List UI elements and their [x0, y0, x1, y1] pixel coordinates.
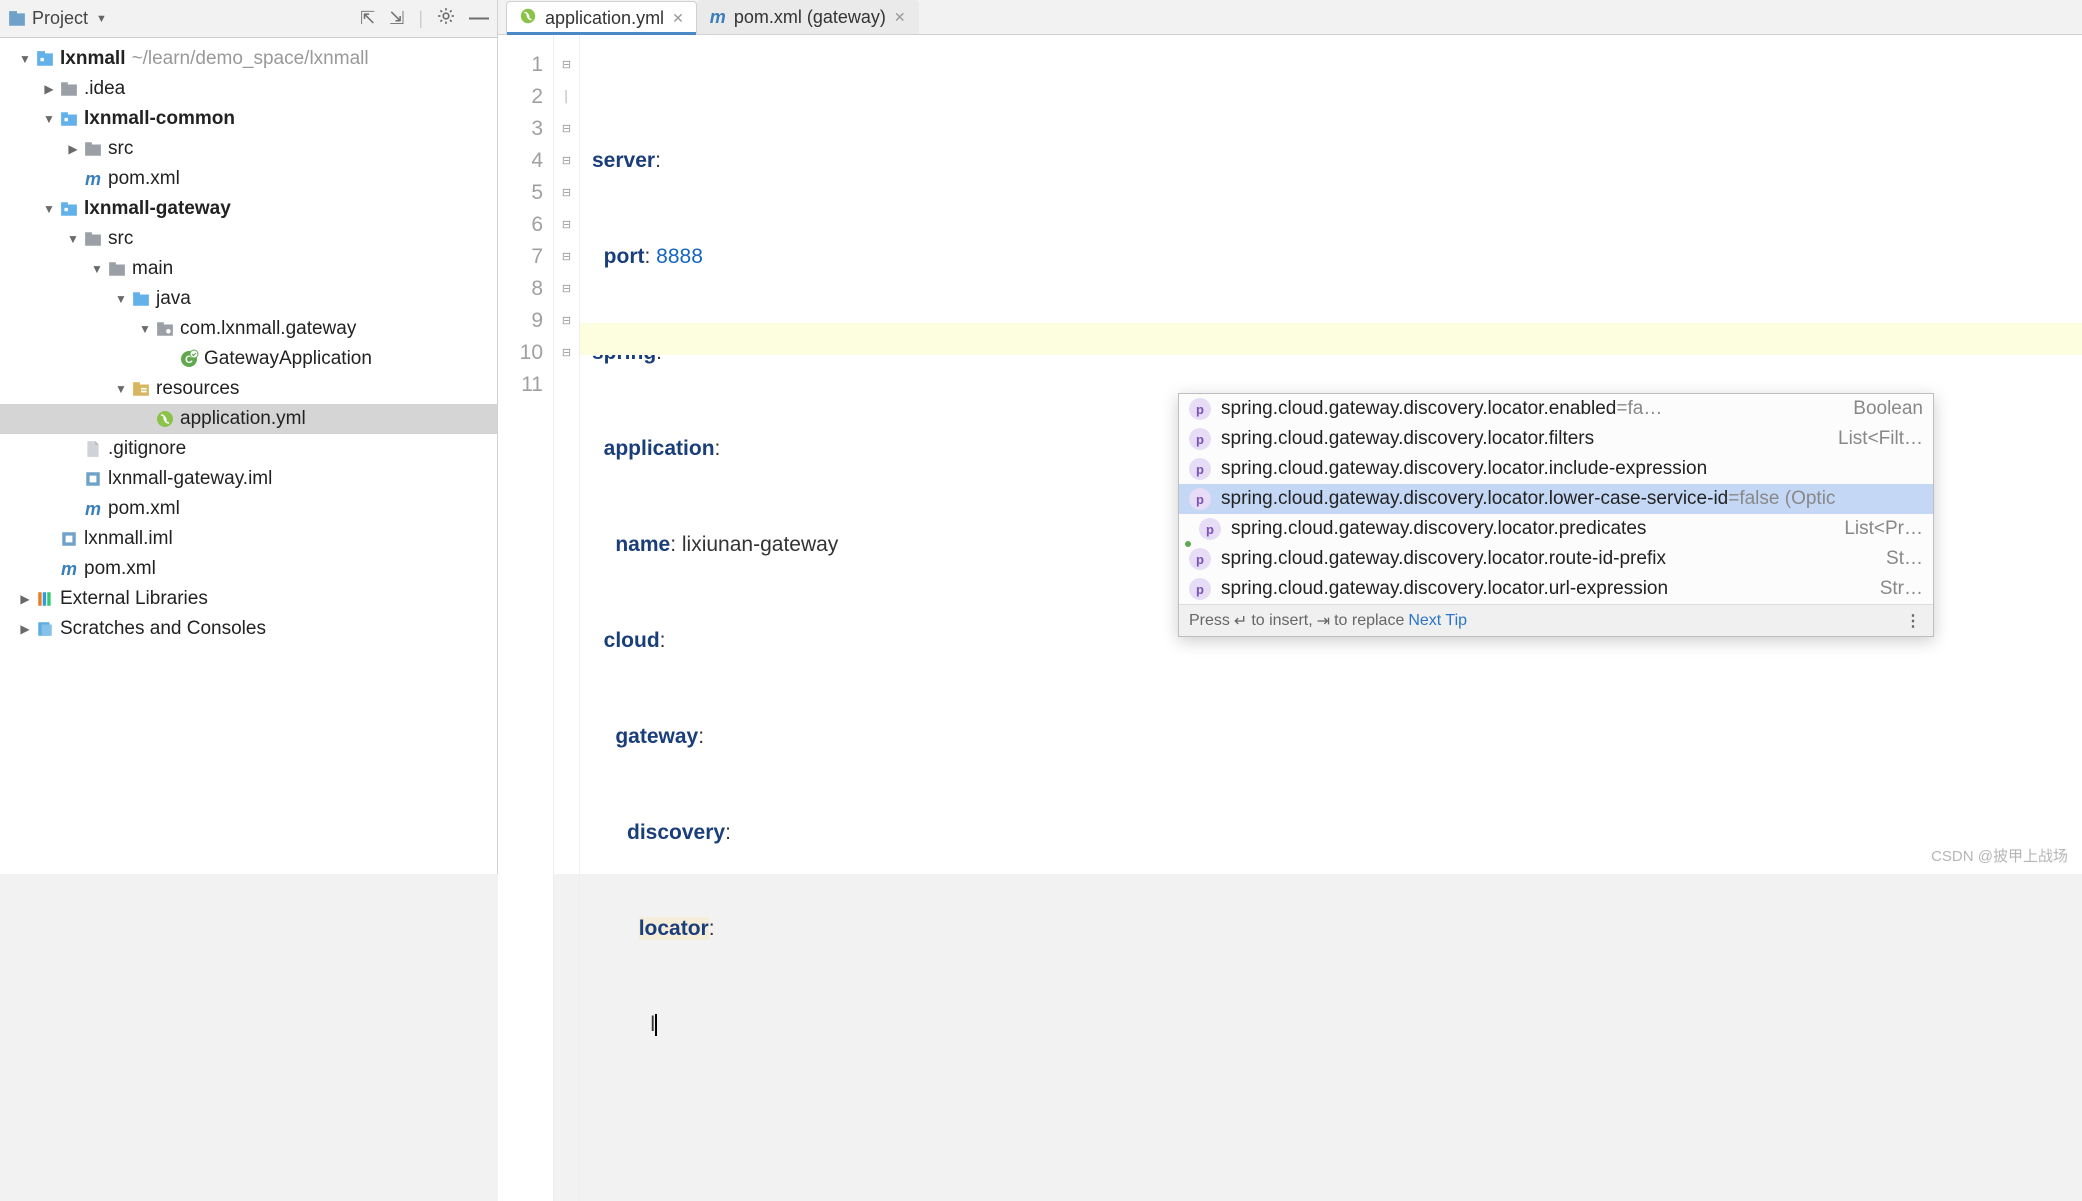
tree-item-resources[interactable]: ▼ resources: [0, 374, 497, 404]
tree-item-java[interactable]: ▼ java: [0, 284, 497, 314]
tree-item-main[interactable]: ▼ main: [0, 254, 497, 284]
scroll-from-source-icon[interactable]: ⇱: [360, 8, 375, 29]
completion-item[interactable]: p spring.cloud.gateway.discovery.locator…: [1179, 454, 1933, 484]
editor-tabs: application.yml ✕ m pom.xml (gateway) ✕: [498, 0, 2082, 35]
property-icon: p: [1189, 398, 1211, 420]
project-sidebar: Project ▼ ⇱ ⇲ | — ▼ lxnmall ~/learn/demo…: [0, 0, 498, 874]
tree-item-common[interactable]: ▼ lxnmall-common: [0, 104, 497, 134]
property-icon: p: [1189, 428, 1211, 450]
tab-label: pom.xml (gateway): [734, 7, 886, 28]
next-tip-link[interactable]: Next Tip: [1408, 612, 1467, 630]
project-tree: ▼ lxnmall ~/learn/demo_space/lxnmall ▶ .…: [0, 38, 497, 874]
class-icon: C: [178, 349, 200, 369]
gear-icon[interactable]: [437, 7, 455, 30]
completion-item[interactable]: p spring.cloud.gateway.discovery.locator…: [1179, 514, 1933, 544]
tab-label: application.yml: [545, 8, 664, 29]
tree-item-scratches[interactable]: ▶ Scratches and Consoles: [0, 614, 497, 644]
tree-item-gateway-application[interactable]: C GatewayApplication: [0, 344, 497, 374]
yaml-spring-icon: [154, 409, 176, 429]
tree-item-gateway-src[interactable]: ▼ src: [0, 224, 497, 254]
file-icon: [82, 440, 104, 458]
tab-key-icon: ⇥: [1317, 611, 1330, 631]
line-gutter: 123 456 789 1011: [498, 35, 554, 1201]
completion-popup: p spring.cloud.gateway.discovery.locator…: [1178, 393, 1934, 637]
tree-item-package[interactable]: ▼ com.lxnmall.gateway: [0, 314, 497, 344]
project-label-text: Project: [32, 8, 88, 29]
tree-item-common-pom[interactable]: m pom.xml: [0, 164, 497, 194]
tree-item-external-libraries[interactable]: ▶ External Libraries: [0, 584, 497, 614]
property-icon: p: [1189, 548, 1211, 570]
maven-icon: m: [82, 169, 104, 190]
property-icon: p: [1189, 578, 1211, 600]
iml-icon: [58, 530, 80, 548]
code-area[interactable]: 123 456 789 1011 ⊟│⊟⊟⊟⊟⊟⊟⊟⊟ server: port…: [498, 35, 2082, 1201]
dropdown-icon: ▼: [96, 13, 107, 25]
property-icon: p: [1189, 488, 1211, 510]
enter-key-icon: ↵: [1234, 611, 1247, 631]
editor: application.yml ✕ m pom.xml (gateway) ✕ …: [498, 0, 2082, 874]
project-icon: [8, 10, 26, 28]
tree-item-common-src[interactable]: ▶ src: [0, 134, 497, 164]
tab-application-yml[interactable]: application.yml ✕: [506, 1, 697, 35]
tree-item-gitignore[interactable]: .gitignore: [0, 434, 497, 464]
sidebar-header: Project ▼ ⇱ ⇲ | —: [0, 0, 497, 38]
tab-pom-gateway[interactable]: m pom.xml (gateway) ✕: [697, 0, 919, 34]
tree-item-lxnmall-iml[interactable]: lxnmall.iml: [0, 524, 497, 554]
tree-root[interactable]: ▼ lxnmall ~/learn/demo_space/lxnmall: [0, 44, 497, 74]
completion-item[interactable]: p spring.cloud.gateway.discovery.locator…: [1179, 574, 1933, 604]
library-icon: [34, 590, 56, 608]
tree-item-root-pom[interactable]: m pom.xml: [0, 554, 497, 584]
completion-item[interactable]: p spring.cloud.gateway.discovery.locator…: [1179, 424, 1933, 454]
maven-icon: m: [58, 559, 80, 580]
more-icon[interactable]: ⋮: [1905, 611, 1923, 631]
completion-item[interactable]: p spring.cloud.gateway.discovery.locator…: [1179, 394, 1933, 424]
divider: |: [418, 8, 423, 29]
property-icon: p: [1199, 518, 1221, 540]
project-selector[interactable]: Project ▼: [8, 8, 107, 29]
completion-footer: Press ↵ to insert, ⇥ to replace Next Tip…: [1179, 604, 1933, 636]
tree-item-idea[interactable]: ▶ .idea: [0, 74, 497, 104]
tree-item-gateway-pom[interactable]: m pom.xml: [0, 494, 497, 524]
close-icon[interactable]: ✕: [672, 10, 684, 27]
fold-gutter: ⊟│⊟⊟⊟⊟⊟⊟⊟⊟: [554, 35, 580, 1201]
expand-all-icon[interactable]: ⇲: [389, 8, 404, 29]
yaml-spring-icon: [519, 7, 537, 30]
tree-item-gateway[interactable]: ▼ lxnmall-gateway: [0, 194, 497, 224]
close-icon[interactable]: ✕: [894, 9, 906, 26]
property-icon: p: [1189, 458, 1211, 480]
completion-item[interactable]: p spring.cloud.gateway.discovery.locator…: [1179, 544, 1933, 574]
scratches-icon: [34, 620, 56, 638]
maven-icon: m: [82, 499, 104, 520]
maven-icon: m: [710, 7, 726, 28]
text-cursor: [655, 1014, 657, 1036]
tree-item-application-yml[interactable]: application.yml: [0, 404, 497, 434]
completion-item-selected[interactable]: p spring.cloud.gateway.discovery.locator…: [1179, 484, 1933, 514]
hide-icon[interactable]: —: [469, 7, 489, 30]
tree-item-gateway-iml[interactable]: lxnmall-gateway.iml: [0, 464, 497, 494]
watermark: CSDN @披甲上战场: [1931, 845, 2068, 866]
iml-icon: [82, 470, 104, 488]
